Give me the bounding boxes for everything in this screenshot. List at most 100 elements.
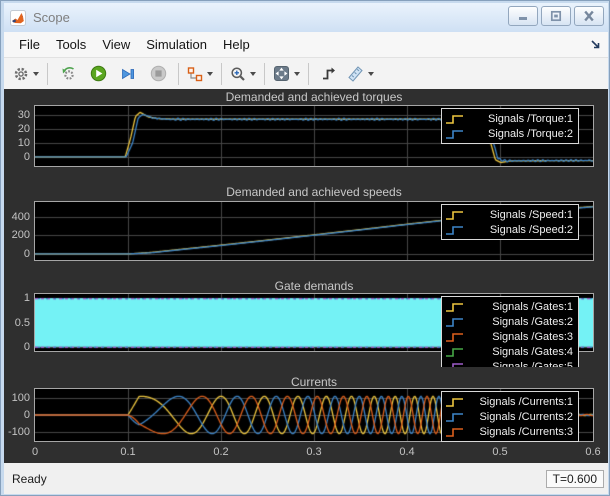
- legend-line-icon: [445, 127, 465, 141]
- simulation-time: T=0.600: [546, 470, 604, 488]
- close-button[interactable]: [574, 6, 604, 26]
- legend-entry-label: Signals /Currents:1: [465, 396, 573, 408]
- cursor-measurements-button[interactable]: [345, 62, 376, 86]
- legend-entry-label: Signals /Gates:2: [465, 316, 573, 328]
- toolbar-separator: [308, 63, 309, 85]
- legend-entry-label: Signals /Torque:1: [465, 113, 573, 125]
- plot-gates: Signals /Gates:1 Signals /Gates:2 Signals …: [34, 293, 594, 367]
- step-back-icon: [60, 66, 77, 82]
- legend-line-icon: [445, 208, 465, 222]
- dropdown-caret-icon: [368, 72, 374, 76]
- x-tick-label: 0.5: [486, 446, 514, 458]
- minimize-button[interactable]: [508, 6, 538, 26]
- window-controls: [508, 6, 604, 26]
- legend[interactable]: Signals /Speed:1 Signals /Speed:2: [441, 204, 579, 240]
- plot-torques: Signals /Torque:1Signals /Torque:2: [34, 105, 594, 167]
- toolbar-separator: [47, 63, 48, 85]
- menu-file[interactable]: File: [11, 33, 48, 56]
- y-tick-label: 10: [4, 137, 30, 149]
- y-tick-label: 1: [4, 292, 30, 304]
- legend-entry-label: Signals /Gates:3: [465, 331, 573, 343]
- y-tick-label: 20: [4, 123, 30, 135]
- legend-entry: Signals /Speed:2: [445, 222, 573, 237]
- trigger-icon: [321, 66, 337, 82]
- signal-selector-button[interactable]: [185, 62, 215, 86]
- zoom-button[interactable]: [228, 62, 258, 86]
- step-back-button[interactable]: [54, 62, 82, 86]
- step-forward-button[interactable]: [114, 62, 142, 86]
- legend-entry: Signals /Torque:1: [445, 111, 573, 126]
- y-tick-label: 100: [4, 392, 30, 404]
- run-icon: [90, 65, 107, 82]
- statusbar: Ready T=0.600: [4, 463, 608, 494]
- y-tick-label: 30: [4, 109, 30, 121]
- restore-button[interactable]: [541, 6, 571, 26]
- restore-icon: [549, 10, 563, 22]
- dropdown-caret-icon: [207, 72, 213, 76]
- legend-entry-label: Signals /Gates:1: [465, 301, 573, 313]
- toolbar-separator: [221, 63, 222, 85]
- legend-entry: Signals /Gates:1: [445, 299, 573, 314]
- x-tick-label: 0.6: [579, 446, 607, 458]
- x-tick-label: 0: [21, 446, 49, 458]
- legend-line-icon: [445, 360, 465, 368]
- dropdown-caret-icon: [294, 72, 300, 76]
- gear-icon: [13, 66, 29, 82]
- dock-arrow-icon[interactable]: [590, 39, 601, 50]
- status-text: Ready: [12, 472, 47, 486]
- menu-help[interactable]: Help: [215, 33, 258, 56]
- toolbar-separator: [178, 63, 179, 85]
- titlebar[interactable]: Scope: [4, 3, 608, 32]
- dropdown-caret-icon: [33, 72, 39, 76]
- menu-simulation[interactable]: Simulation: [138, 33, 215, 56]
- close-icon: [582, 10, 596, 22]
- legend-entry-label: Signals /Gates:5: [465, 361, 573, 368]
- scope-window: Scope File Tools View Simul: [0, 0, 610, 496]
- legend-line-icon: [445, 410, 465, 424]
- legend-entry-label: Signals /Currents:2: [465, 411, 573, 423]
- x-tick-label: 0.1: [114, 446, 142, 458]
- zoom-in-icon: [230, 66, 246, 82]
- legend-line-icon: [445, 345, 465, 359]
- minimize-icon: [516, 10, 530, 22]
- x-tick-label: 0.3: [300, 446, 328, 458]
- ruler-icon: [347, 65, 364, 82]
- legend-entry: Signals /Currents:1: [445, 394, 573, 409]
- stop-button[interactable]: [144, 62, 172, 86]
- legend-entry: Signals /Gates:3: [445, 329, 573, 344]
- toolbar-separator: [264, 63, 265, 85]
- legend-line-icon: [445, 112, 465, 126]
- plot-speeds: Signals /Speed:1 Signals /Speed:2: [34, 201, 594, 261]
- matlab-scope-app-icon: [10, 10, 26, 26]
- menu-view[interactable]: View: [94, 33, 138, 56]
- legend-entry: Signals /Gates:5: [445, 359, 573, 367]
- legend-entry-label: Signals /Speed:2: [465, 224, 573, 236]
- run-button[interactable]: [84, 62, 112, 86]
- plot-title-gates: Gate demands: [34, 280, 594, 293]
- stop-icon: [150, 65, 167, 82]
- menubar: File Tools View Simulation Help: [4, 32, 608, 58]
- legend-line-icon: [445, 425, 465, 439]
- legend-line-icon: [445, 300, 465, 314]
- menu-tools[interactable]: Tools: [48, 33, 94, 56]
- x-tick-label: 0.2: [207, 446, 235, 458]
- legend-line-icon: [445, 395, 465, 409]
- legend[interactable]: Signals /Torque:1Signals /Torque:2: [441, 108, 579, 144]
- legend-entry: Signals /Currents:3: [445, 424, 573, 439]
- signal-selector-icon: [187, 66, 203, 82]
- scope-display-area: Demanded and achieved torques Signals /T…: [4, 89, 608, 463]
- dropdown-caret-icon: [250, 72, 256, 76]
- legend[interactable]: Signals /Currents:1 Signals /Currents:2Si…: [441, 391, 579, 442]
- plot-title-torques: Demanded and achieved torques: [34, 91, 594, 104]
- fit-to-view-icon: [273, 65, 290, 82]
- fit-to-view-button[interactable]: [271, 62, 302, 86]
- y-tick-label: 0: [4, 409, 30, 421]
- legend-entry: Signals /Currents:2: [445, 409, 573, 424]
- legend-entry-label: Signals /Speed:1: [465, 209, 573, 221]
- settings-button[interactable]: [11, 62, 41, 86]
- legend[interactable]: Signals /Gates:1 Signals /Gates:2 Signals …: [441, 296, 579, 367]
- triggers-button[interactable]: [315, 62, 343, 86]
- legend-line-icon: [445, 330, 465, 344]
- y-tick-label: 400: [4, 211, 30, 223]
- legend-entry: Signals /Gates:2: [445, 314, 573, 329]
